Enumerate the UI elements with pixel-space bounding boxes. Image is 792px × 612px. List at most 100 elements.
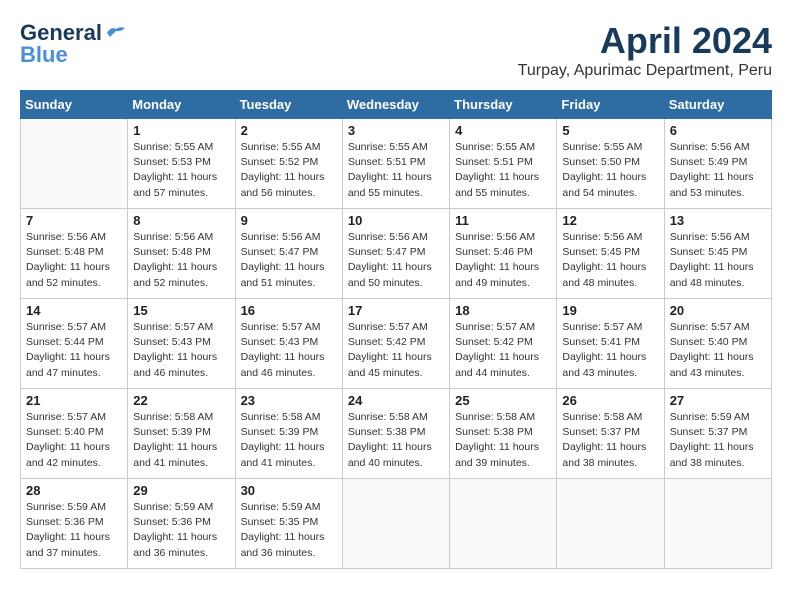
day-number: 2: [241, 123, 337, 138]
week-row-2: 7 Sunrise: 5:56 AMSunset: 5:48 PMDaylight…: [21, 209, 772, 299]
day-number: 23: [241, 393, 337, 408]
day-info: Sunrise: 5:57 AMSunset: 5:43 PMDaylight:…: [241, 320, 337, 381]
day-number: 15: [133, 303, 229, 318]
day-info: Sunrise: 5:56 AMSunset: 5:45 PMDaylight:…: [670, 230, 766, 291]
day-info: Sunrise: 5:58 AMSunset: 5:37 PMDaylight:…: [562, 410, 658, 471]
day-number: 22: [133, 393, 229, 408]
calendar-cell: 5 Sunrise: 5:55 AMSunset: 5:50 PMDaylight…: [557, 119, 664, 209]
logo: General Blue: [20, 20, 127, 68]
calendar-cell: [21, 119, 128, 209]
day-number: 17: [348, 303, 444, 318]
day-number: 7: [26, 213, 122, 228]
day-number: 12: [562, 213, 658, 228]
column-header-monday: Monday: [128, 91, 235, 119]
calendar-cell: 25 Sunrise: 5:58 AMSunset: 5:38 PMDayligh…: [450, 389, 557, 479]
calendar-cell: 8 Sunrise: 5:56 AMSunset: 5:48 PMDaylight…: [128, 209, 235, 299]
day-info: Sunrise: 5:58 AMSunset: 5:38 PMDaylight:…: [455, 410, 551, 471]
week-row-3: 14 Sunrise: 5:57 AMSunset: 5:44 PMDayligh…: [21, 299, 772, 389]
day-number: 24: [348, 393, 444, 408]
calendar-cell: 15 Sunrise: 5:57 AMSunset: 5:43 PMDayligh…: [128, 299, 235, 389]
calendar-cell: 29Sunrise: 5:59 AMSunset: 5:36 PMDayligh…: [128, 479, 235, 569]
calendar-cell: 7 Sunrise: 5:56 AMSunset: 5:48 PMDaylight…: [21, 209, 128, 299]
week-row-1: 1 Sunrise: 5:55 AMSunset: 5:53 PMDaylight…: [21, 119, 772, 209]
day-info: Sunrise: 5:56 AMSunset: 5:49 PMDaylight:…: [670, 140, 766, 201]
calendar-cell: 30Sunrise: 5:59 AMSunset: 5:35 PMDayligh…: [235, 479, 342, 569]
day-number: 14: [26, 303, 122, 318]
day-number: 6: [670, 123, 766, 138]
calendar-cell: 2Sunrise: 5:55 AMSunset: 5:52 PMDaylight…: [235, 119, 342, 209]
day-info: Sunrise: 5:56 AMSunset: 5:47 PMDaylight:…: [241, 230, 337, 291]
calendar-cell: 4Sunrise: 5:55 AMSunset: 5:51 PMDaylight…: [450, 119, 557, 209]
day-number: 9: [241, 213, 337, 228]
day-info: Sunrise: 5:55 AMSunset: 5:51 PMDaylight:…: [455, 140, 551, 201]
day-number: 8: [133, 213, 229, 228]
calendar-cell: [557, 479, 664, 569]
day-number: 3: [348, 123, 444, 138]
month-title: April 2024: [518, 20, 772, 62]
calendar-header-row: SundayMondayTuesdayWednesdayThursdayFrid…: [21, 91, 772, 119]
day-number: 27: [670, 393, 766, 408]
day-info: Sunrise: 5:56 AMSunset: 5:48 PMDaylight:…: [133, 230, 229, 291]
calendar-cell: 18Sunrise: 5:57 AMSunset: 5:42 PMDayligh…: [450, 299, 557, 389]
week-row-4: 21 Sunrise: 5:57 AMSunset: 5:40 PMDayligh…: [21, 389, 772, 479]
calendar-cell: [342, 479, 449, 569]
day-info: Sunrise: 5:56 AMSunset: 5:46 PMDaylight:…: [455, 230, 551, 291]
day-number: 16: [241, 303, 337, 318]
day-number: 10: [348, 213, 444, 228]
column-header-wednesday: Wednesday: [342, 91, 449, 119]
day-info: Sunrise: 5:56 AMSunset: 5:47 PMDaylight:…: [348, 230, 444, 291]
day-info: Sunrise: 5:55 AMSunset: 5:53 PMDaylight:…: [133, 140, 229, 201]
calendar-cell: 21 Sunrise: 5:57 AMSunset: 5:40 PMDayligh…: [21, 389, 128, 479]
day-info: Sunrise: 5:58 AMSunset: 5:39 PMDaylight:…: [241, 410, 337, 471]
day-info: Sunrise: 5:57 AMSunset: 5:43 PMDaylight:…: [133, 320, 229, 381]
week-row-5: 28Sunrise: 5:59 AMSunset: 5:36 PMDayligh…: [21, 479, 772, 569]
logo-blue: Blue: [20, 42, 68, 68]
column-header-saturday: Saturday: [664, 91, 771, 119]
day-info: Sunrise: 5:59 AMSunset: 5:37 PMDaylight:…: [670, 410, 766, 471]
calendar-cell: 19 Sunrise: 5:57 AMSunset: 5:41 PMDayligh…: [557, 299, 664, 389]
calendar-cell: 10 Sunrise: 5:56 AMSunset: 5:47 PMDayligh…: [342, 209, 449, 299]
page-header: General Blue April 2024 Turpay, Apurimac…: [20, 20, 772, 80]
day-info: Sunrise: 5:57 AMSunset: 5:42 PMDaylight:…: [455, 320, 551, 381]
day-number: 30: [241, 483, 337, 498]
day-number: 5: [562, 123, 658, 138]
day-info: Sunrise: 5:55 AMSunset: 5:50 PMDaylight:…: [562, 140, 658, 201]
title-block: April 2024 Turpay, Apurimac Department, …: [518, 20, 772, 80]
calendar-cell: 1 Sunrise: 5:55 AMSunset: 5:53 PMDaylight…: [128, 119, 235, 209]
calendar-cell: 17Sunrise: 5:57 AMSunset: 5:42 PMDayligh…: [342, 299, 449, 389]
day-number: 25: [455, 393, 551, 408]
calendar-cell: 6 Sunrise: 5:56 AMSunset: 5:49 PMDaylight…: [664, 119, 771, 209]
day-info: Sunrise: 5:57 AMSunset: 5:44 PMDaylight:…: [26, 320, 122, 381]
day-number: 26: [562, 393, 658, 408]
calendar-cell: 9 Sunrise: 5:56 AMSunset: 5:47 PMDaylight…: [235, 209, 342, 299]
location-title: Turpay, Apurimac Department, Peru: [518, 62, 772, 80]
calendar-cell: 23 Sunrise: 5:58 AMSunset: 5:39 PMDayligh…: [235, 389, 342, 479]
logo-bird-icon: [105, 24, 127, 42]
calendar-cell: 26 Sunrise: 5:58 AMSunset: 5:37 PMDayligh…: [557, 389, 664, 479]
day-info: Sunrise: 5:59 AMSunset: 5:36 PMDaylight:…: [26, 500, 122, 561]
day-info: Sunrise: 5:57 AMSunset: 5:40 PMDaylight:…: [26, 410, 122, 471]
day-info: Sunrise: 5:55 AMSunset: 5:51 PMDaylight:…: [348, 140, 444, 201]
calendar-cell: 22 Sunrise: 5:58 AMSunset: 5:39 PMDayligh…: [128, 389, 235, 479]
day-info: Sunrise: 5:56 AMSunset: 5:48 PMDaylight:…: [26, 230, 122, 291]
day-number: 19: [562, 303, 658, 318]
day-number: 13: [670, 213, 766, 228]
calendar-cell: 12 Sunrise: 5:56 AMSunset: 5:45 PMDayligh…: [557, 209, 664, 299]
day-info: Sunrise: 5:58 AMSunset: 5:39 PMDaylight:…: [133, 410, 229, 471]
column-header-thursday: Thursday: [450, 91, 557, 119]
day-info: Sunrise: 5:57 AMSunset: 5:41 PMDaylight:…: [562, 320, 658, 381]
day-info: Sunrise: 5:56 AMSunset: 5:45 PMDaylight:…: [562, 230, 658, 291]
calendar-cell: 13 Sunrise: 5:56 AMSunset: 5:45 PMDayligh…: [664, 209, 771, 299]
column-header-tuesday: Tuesday: [235, 91, 342, 119]
calendar-cell: 11 Sunrise: 5:56 AMSunset: 5:46 PMDayligh…: [450, 209, 557, 299]
column-header-sunday: Sunday: [21, 91, 128, 119]
day-number: 21: [26, 393, 122, 408]
column-header-friday: Friday: [557, 91, 664, 119]
calendar-cell: 3 Sunrise: 5:55 AMSunset: 5:51 PMDaylight…: [342, 119, 449, 209]
calendar-cell: [664, 479, 771, 569]
day-number: 1: [133, 123, 229, 138]
day-number: 11: [455, 213, 551, 228]
calendar-cell: 24Sunrise: 5:58 AMSunset: 5:38 PMDayligh…: [342, 389, 449, 479]
calendar-cell: 14 Sunrise: 5:57 AMSunset: 5:44 PMDayligh…: [21, 299, 128, 389]
day-info: Sunrise: 5:59 AMSunset: 5:36 PMDaylight:…: [133, 500, 229, 561]
